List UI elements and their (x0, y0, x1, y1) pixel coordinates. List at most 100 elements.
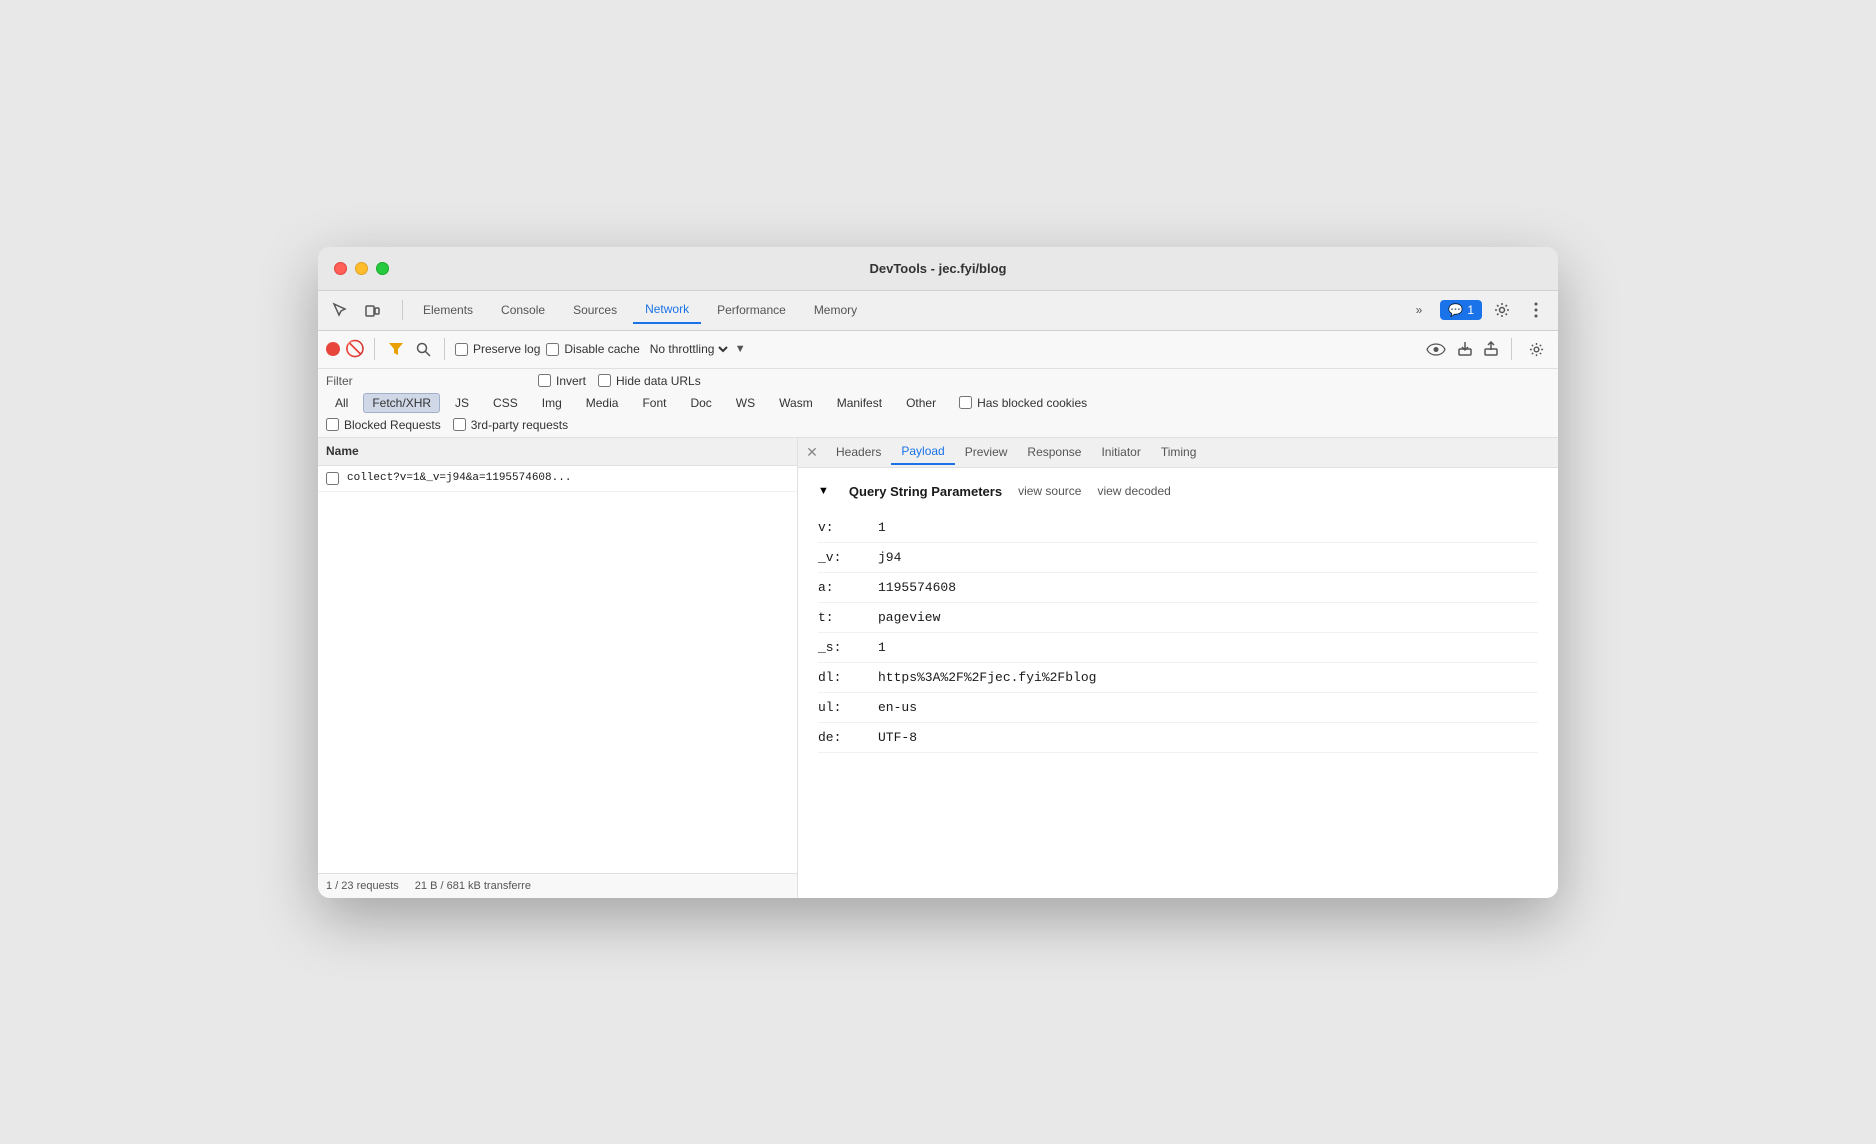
record-button[interactable] (326, 342, 340, 356)
param-value: https%3A%2F%2Fjec.fyi%2Fblog (878, 670, 1096, 685)
filter-wasm[interactable]: Wasm (770, 393, 822, 413)
table-row[interactable]: collect?v=1&_v=j94&a=1195574608... (318, 466, 797, 492)
view-source-link[interactable]: view source (1018, 484, 1081, 498)
param-key: v: (818, 520, 878, 535)
hide-data-urls-label: Hide data URLs (616, 374, 701, 388)
third-party-label[interactable]: 3rd-party requests (453, 418, 568, 432)
invert-checkbox[interactable] (538, 374, 551, 387)
detail-tabs: ✕ Headers Payload Preview Response Initi… (798, 438, 1558, 468)
triangle-icon: ▼ (818, 485, 829, 497)
tab-sources[interactable]: Sources (561, 297, 629, 323)
hide-data-urls-checkbox[interactable] (598, 374, 611, 387)
minimize-button[interactable] (355, 262, 368, 275)
has-blocked-cookies-checkbox[interactable] (959, 396, 972, 409)
tab-preview[interactable]: Preview (955, 440, 1018, 464)
close-button[interactable] (334, 262, 347, 275)
filter-top: Filter Invert Hide data URLs (326, 374, 1550, 388)
filter-img[interactable]: Img (533, 393, 571, 413)
clear-button[interactable]: 🚫 (346, 340, 364, 358)
devtools-icons-left (326, 296, 386, 324)
request-list: collect?v=1&_v=j94&a=1195574608... (318, 466, 797, 873)
separator-3 (1511, 338, 1512, 360)
view-decoded-link[interactable]: view decoded (1097, 484, 1170, 498)
param-value: UTF-8 (878, 730, 917, 745)
blocked-requests-checkbox[interactable] (326, 418, 339, 431)
tab-performance[interactable]: Performance (705, 297, 798, 323)
param-value: 1 (878, 640, 886, 655)
search-icon[interactable] (413, 339, 434, 360)
hide-data-urls-checkbox-label[interactable]: Hide data URLs (598, 374, 701, 388)
disable-cache-checkbox[interactable] (546, 343, 559, 356)
param-row-de: de: UTF-8 (818, 723, 1538, 753)
param-value: pageview (878, 610, 940, 625)
param-list: v: 1 _v: j94 a: 1195574608 t: pageview (818, 513, 1538, 753)
tab-network[interactable]: Network (633, 296, 701, 324)
inspect-element-button[interactable] (326, 296, 354, 324)
tab-memory[interactable]: Memory (802, 297, 869, 323)
filter-other[interactable]: Other (897, 393, 945, 413)
settings-button[interactable] (1488, 296, 1516, 324)
has-blocked-cookies-label[interactable]: Has blocked cookies (959, 396, 1087, 410)
filter-doc[interactable]: Doc (681, 393, 720, 413)
filter-label: Filter (326, 374, 353, 388)
title-bar: DevTools - jec.fyi/blog (318, 247, 1558, 291)
filter-all[interactable]: All (326, 393, 357, 413)
filter-ws[interactable]: WS (727, 393, 764, 413)
requests-header: Name (318, 438, 797, 466)
filter-manifest[interactable]: Manifest (828, 393, 891, 413)
more-options-button[interactable] (1522, 296, 1550, 324)
maximize-button[interactable] (376, 262, 389, 275)
filter-media[interactable]: Media (577, 393, 628, 413)
invert-checkbox-label[interactable]: Invert (538, 374, 586, 388)
tab-timing[interactable]: Timing (1151, 440, 1207, 464)
tab-payload[interactable]: Payload (891, 439, 954, 465)
filter-icon[interactable] (385, 339, 407, 359)
filter-type-buttons: All Fetch/XHR JS CSS Img Media Font Doc … (326, 393, 1550, 413)
param-value: 1195574608 (878, 580, 956, 595)
left-panel: Name collect?v=1&_v=j94&a=1195574608... … (318, 438, 798, 898)
throttle-select[interactable]: No throttling Fast 3G Slow 3G Offline (646, 341, 731, 357)
filter-css[interactable]: CSS (484, 393, 527, 413)
close-detail-button[interactable]: ✕ (802, 442, 822, 462)
tab-response[interactable]: Response (1017, 440, 1091, 464)
toolbar-right (1423, 335, 1550, 363)
blocked-requests-text: Blocked Requests (344, 418, 441, 432)
tab-elements[interactable]: Elements (411, 297, 485, 323)
param-key: dl: (818, 670, 878, 685)
tab-headers[interactable]: Headers (826, 440, 891, 464)
param-key: a: (818, 580, 878, 595)
badge-icon: 💬 (1448, 303, 1463, 317)
preserve-log-checkbox-label[interactable]: Preserve log (455, 342, 540, 356)
throttle-control: No throttling Fast 3G Slow 3G Offline ▼ (646, 341, 746, 357)
tabs-right: » 💬 1 (1404, 296, 1550, 324)
devtools-window: DevTools - jec.fyi/blog Elements Console… (318, 247, 1558, 898)
notification-badge[interactable]: 💬 1 (1440, 300, 1482, 320)
window-title: DevTools - jec.fyi/blog (869, 261, 1006, 276)
param-key: de: (818, 730, 878, 745)
more-tabs-button[interactable]: » (1404, 297, 1435, 323)
filter-fetch-xhr[interactable]: Fetch/XHR (363, 393, 440, 413)
traffic-lights (334, 262, 389, 275)
network-settings-button[interactable] (1522, 335, 1550, 363)
tab-initiator[interactable]: Initiator (1091, 440, 1150, 464)
filter-font[interactable]: Font (633, 393, 675, 413)
param-value: en-us (878, 700, 917, 715)
tab-console[interactable]: Console (489, 297, 557, 323)
name-column-header: Name (326, 444, 359, 458)
filter-js[interactable]: JS (446, 393, 478, 413)
has-blocked-cookies-text: Has blocked cookies (977, 396, 1087, 410)
import-icon[interactable] (1455, 338, 1475, 360)
param-row-dl: dl: https%3A%2F%2Fjec.fyi%2Fblog (818, 663, 1538, 693)
third-party-checkbox[interactable] (453, 418, 466, 431)
throttle-arrow: ▼ (735, 343, 746, 355)
invert-label: Invert (556, 374, 586, 388)
param-key: _v: (818, 550, 878, 565)
export-icon[interactable] (1481, 338, 1501, 360)
preserve-log-checkbox[interactable] (455, 343, 468, 356)
device-toolbar-button[interactable] (358, 296, 386, 324)
blocked-requests-label[interactable]: Blocked Requests (326, 418, 441, 432)
disable-cache-checkbox-label[interactable]: Disable cache (546, 342, 639, 356)
row-checkbox[interactable] (326, 472, 339, 485)
network-conditions-icon[interactable] (1423, 339, 1449, 359)
third-party-text: 3rd-party requests (471, 418, 568, 432)
